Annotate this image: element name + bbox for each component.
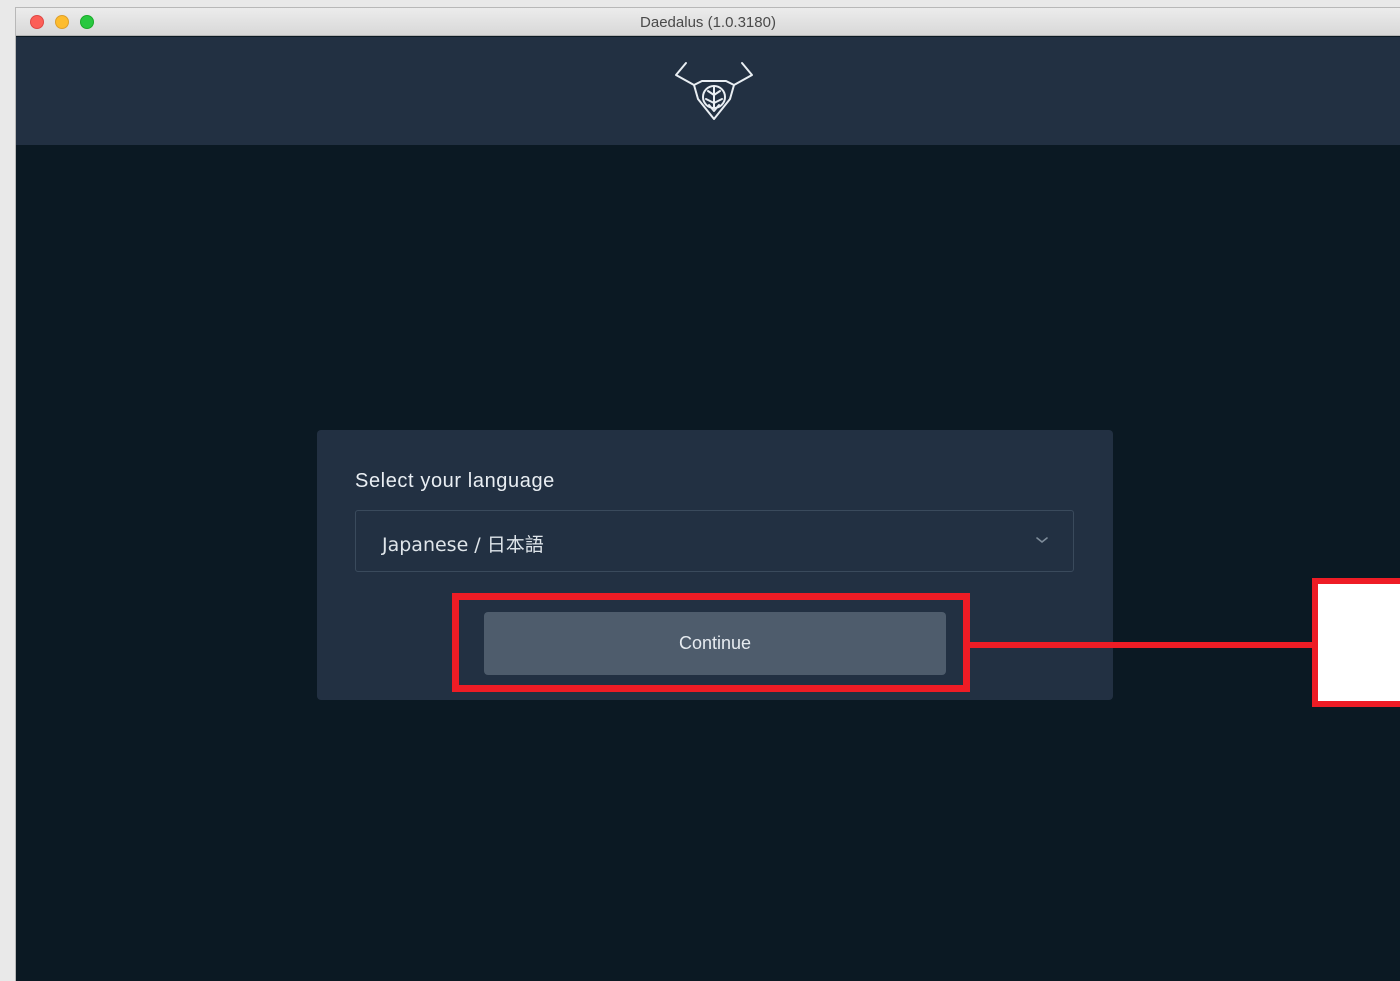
app-window: Daedalus (1.0.3180) Select your language… [16, 8, 1400, 981]
annotation-callout: 「( [1312, 578, 1400, 707]
language-select-value: Japanese / 日本語 [382, 534, 544, 556]
daedalus-logo-icon [675, 62, 753, 120]
window-titlebar[interactable]: Daedalus (1.0.3180) [16, 8, 1400, 36]
app-header [16, 37, 1400, 145]
language-select-dropdown[interactable]: Japanese / 日本語 [355, 510, 1074, 572]
annotation-connector-line [970, 642, 1315, 648]
continue-button[interactable]: Continue [484, 612, 946, 675]
chevron-down-icon [1036, 537, 1048, 544]
language-selection-card: Select your language Japanese / 日本語 Cont… [317, 430, 1113, 700]
annotation-callout-text: 「( [1368, 606, 1400, 670]
language-select-label: Select your language [355, 470, 555, 492]
window-title: Daedalus (1.0.3180) [640, 14, 776, 31]
